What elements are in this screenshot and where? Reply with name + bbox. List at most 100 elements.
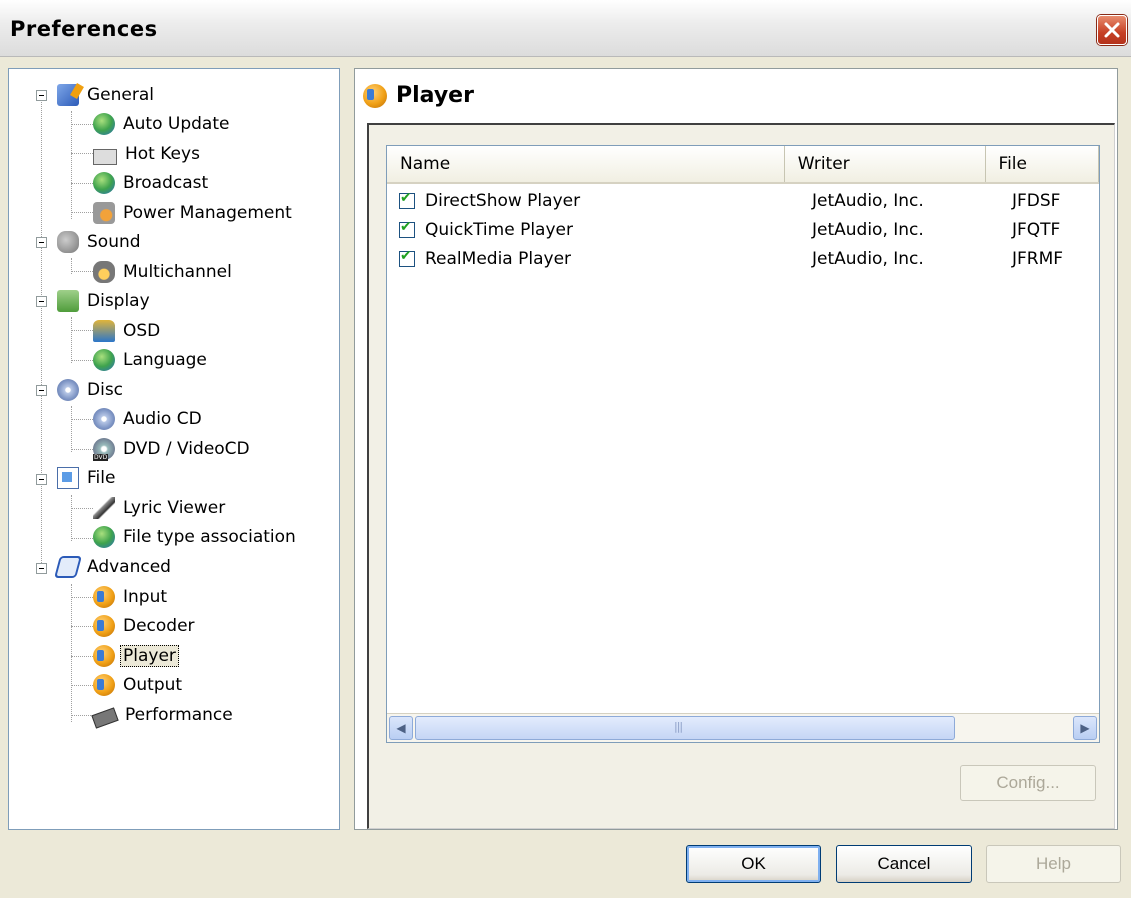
tree-line [71, 584, 72, 722]
tree-item-output[interactable]: Output [93, 671, 185, 699]
scroll-right-button[interactable]: ▶ [1073, 716, 1097, 740]
tree-line [71, 419, 93, 420]
tree-item-label: General [87, 85, 154, 105]
tree-item-auto-update[interactable]: Auto Update [93, 110, 232, 138]
collapse-general-icon[interactable] [36, 90, 47, 101]
collapse-file-icon[interactable] [36, 474, 47, 485]
advanced-icon [54, 556, 82, 578]
enable-checkbox[interactable] [399, 248, 415, 267]
tree-item-label: Output [123, 675, 183, 695]
tree-line [71, 183, 93, 184]
title-bar: Preferences [0, 0, 1131, 57]
tree-item-advanced[interactable]: Advanced [54, 553, 174, 581]
collapse-display-icon[interactable] [36, 296, 47, 307]
tree-item-label: File [87, 468, 116, 488]
enable-checkbox[interactable] [399, 190, 415, 209]
disc-icon [57, 379, 79, 401]
list-row[interactable]: RealMedia Player JetAudio, Inc. JFRMF [387, 244, 1099, 273]
cancel-button[interactable]: Cancel [836, 845, 972, 883]
power-icon [93, 202, 115, 224]
enable-checkbox[interactable] [399, 219, 415, 238]
list-row[interactable]: DirectShow Player JetAudio, Inc. JFDSF [387, 186, 1099, 215]
tree-item-file[interactable]: File [57, 464, 118, 492]
tree-item-label: Hot Keys [125, 144, 200, 164]
tree-item-label: OSD [123, 321, 161, 341]
tree-item-label: Decoder [123, 616, 195, 636]
tree-item-language[interactable]: Language [93, 346, 210, 374]
collapse-advanced-icon[interactable] [36, 563, 47, 574]
row-name: DirectShow Player [425, 190, 581, 211]
row-file: JFDSF [1012, 190, 1061, 211]
tree-item-performance[interactable]: Performance [91, 701, 236, 729]
list-row[interactable]: QuickTime Player JetAudio, Inc. JFQTF [387, 215, 1099, 244]
tree-item-general[interactable]: General [57, 81, 157, 109]
tree-item-player[interactable]: Player [93, 642, 179, 670]
multichannel-icon [93, 261, 115, 283]
file-association-icon [93, 526, 115, 548]
tree-item-disc[interactable]: Disc [57, 376, 126, 404]
tree-item-label: Player [120, 645, 179, 667]
row-writer: JetAudio, Inc. [812, 219, 924, 240]
tree-item-file-type-association[interactable]: File type association [93, 523, 299, 551]
tree-item-multichannel[interactable]: Multichannel [93, 258, 235, 286]
file-icon [57, 467, 79, 489]
tree-item-label: Sound [87, 232, 141, 252]
tree-item-decoder[interactable]: Decoder [93, 612, 198, 640]
tree-item-lyric-viewer[interactable]: Lyric Viewer [93, 494, 228, 522]
list-header: Name Writer File [387, 146, 1099, 184]
cd-icon [93, 408, 115, 430]
tree-item-hot-keys[interactable]: Hot Keys [93, 140, 203, 168]
tree-line [71, 626, 93, 627]
tree-item-label: Broadcast [123, 173, 209, 193]
tree-item-input[interactable]: Input [93, 583, 170, 611]
dvd-icon [93, 438, 115, 461]
close-icon [1104, 22, 1120, 38]
osd-icon [93, 320, 115, 342]
tree-line [71, 111, 72, 219]
tree-item-audio-cd[interactable]: Audio CD [93, 405, 205, 433]
horizontal-scrollbar[interactable]: ◀ ▶ [387, 713, 1099, 742]
column-header-file[interactable]: File [986, 146, 1099, 182]
tree-item-label: Language [123, 350, 207, 370]
config-button[interactable]: Config... [960, 765, 1096, 801]
tree-item-broadcast[interactable]: Broadcast [93, 169, 211, 197]
microphone-icon [93, 497, 115, 519]
tree-item-osd[interactable]: OSD [93, 317, 163, 345]
tree-item-dvd-videocd[interactable]: DVD / VideoCD [93, 435, 253, 463]
column-header-writer[interactable]: Writer [785, 146, 986, 182]
tree-line [71, 685, 93, 686]
tree-line [71, 360, 93, 361]
row-name: RealMedia Player [425, 248, 572, 269]
plugin-icon [93, 586, 115, 608]
tree-line [71, 656, 93, 657]
column-header-name[interactable]: Name [387, 146, 785, 182]
plugin-icon [93, 615, 115, 637]
category-tree[interactable]: General Auto Update Hot Keys Broadcast P… [8, 68, 340, 830]
scroll-left-button[interactable]: ◀ [389, 716, 413, 740]
help-button[interactable]: Help [986, 845, 1121, 883]
row-name: QuickTime Player [425, 219, 573, 240]
tree-line [71, 715, 93, 716]
tree-item-label: Input [123, 587, 168, 607]
tree-line [41, 95, 42, 573]
tree-item-sound[interactable]: Sound [57, 228, 144, 256]
scroll-thumb[interactable] [415, 716, 955, 740]
tree-item-label: Power Management [123, 203, 292, 223]
tree-item-display[interactable]: Display [57, 287, 153, 315]
tree-line [71, 495, 72, 541]
tree-line [71, 538, 93, 539]
tree-item-label: Lyric Viewer [123, 498, 226, 518]
collapse-disc-icon[interactable] [36, 385, 47, 396]
ok-button[interactable]: OK [686, 845, 821, 883]
tree-item-power-management[interactable]: Power Management [93, 199, 295, 227]
plugin-list[interactable]: Name Writer File DirectShow Player JetAu… [386, 145, 1100, 743]
display-icon [57, 290, 79, 312]
close-button[interactable] [1097, 15, 1127, 45]
panel-title-text: Player [396, 83, 474, 108]
row-file: JFQTF [1012, 219, 1061, 240]
row-file: JFRMF [1012, 248, 1064, 269]
collapse-sound-icon[interactable] [36, 237, 47, 248]
tree-line [71, 153, 93, 154]
keyboard-icon [93, 149, 117, 165]
chevron-right-icon: ▶ [1080, 721, 1090, 735]
